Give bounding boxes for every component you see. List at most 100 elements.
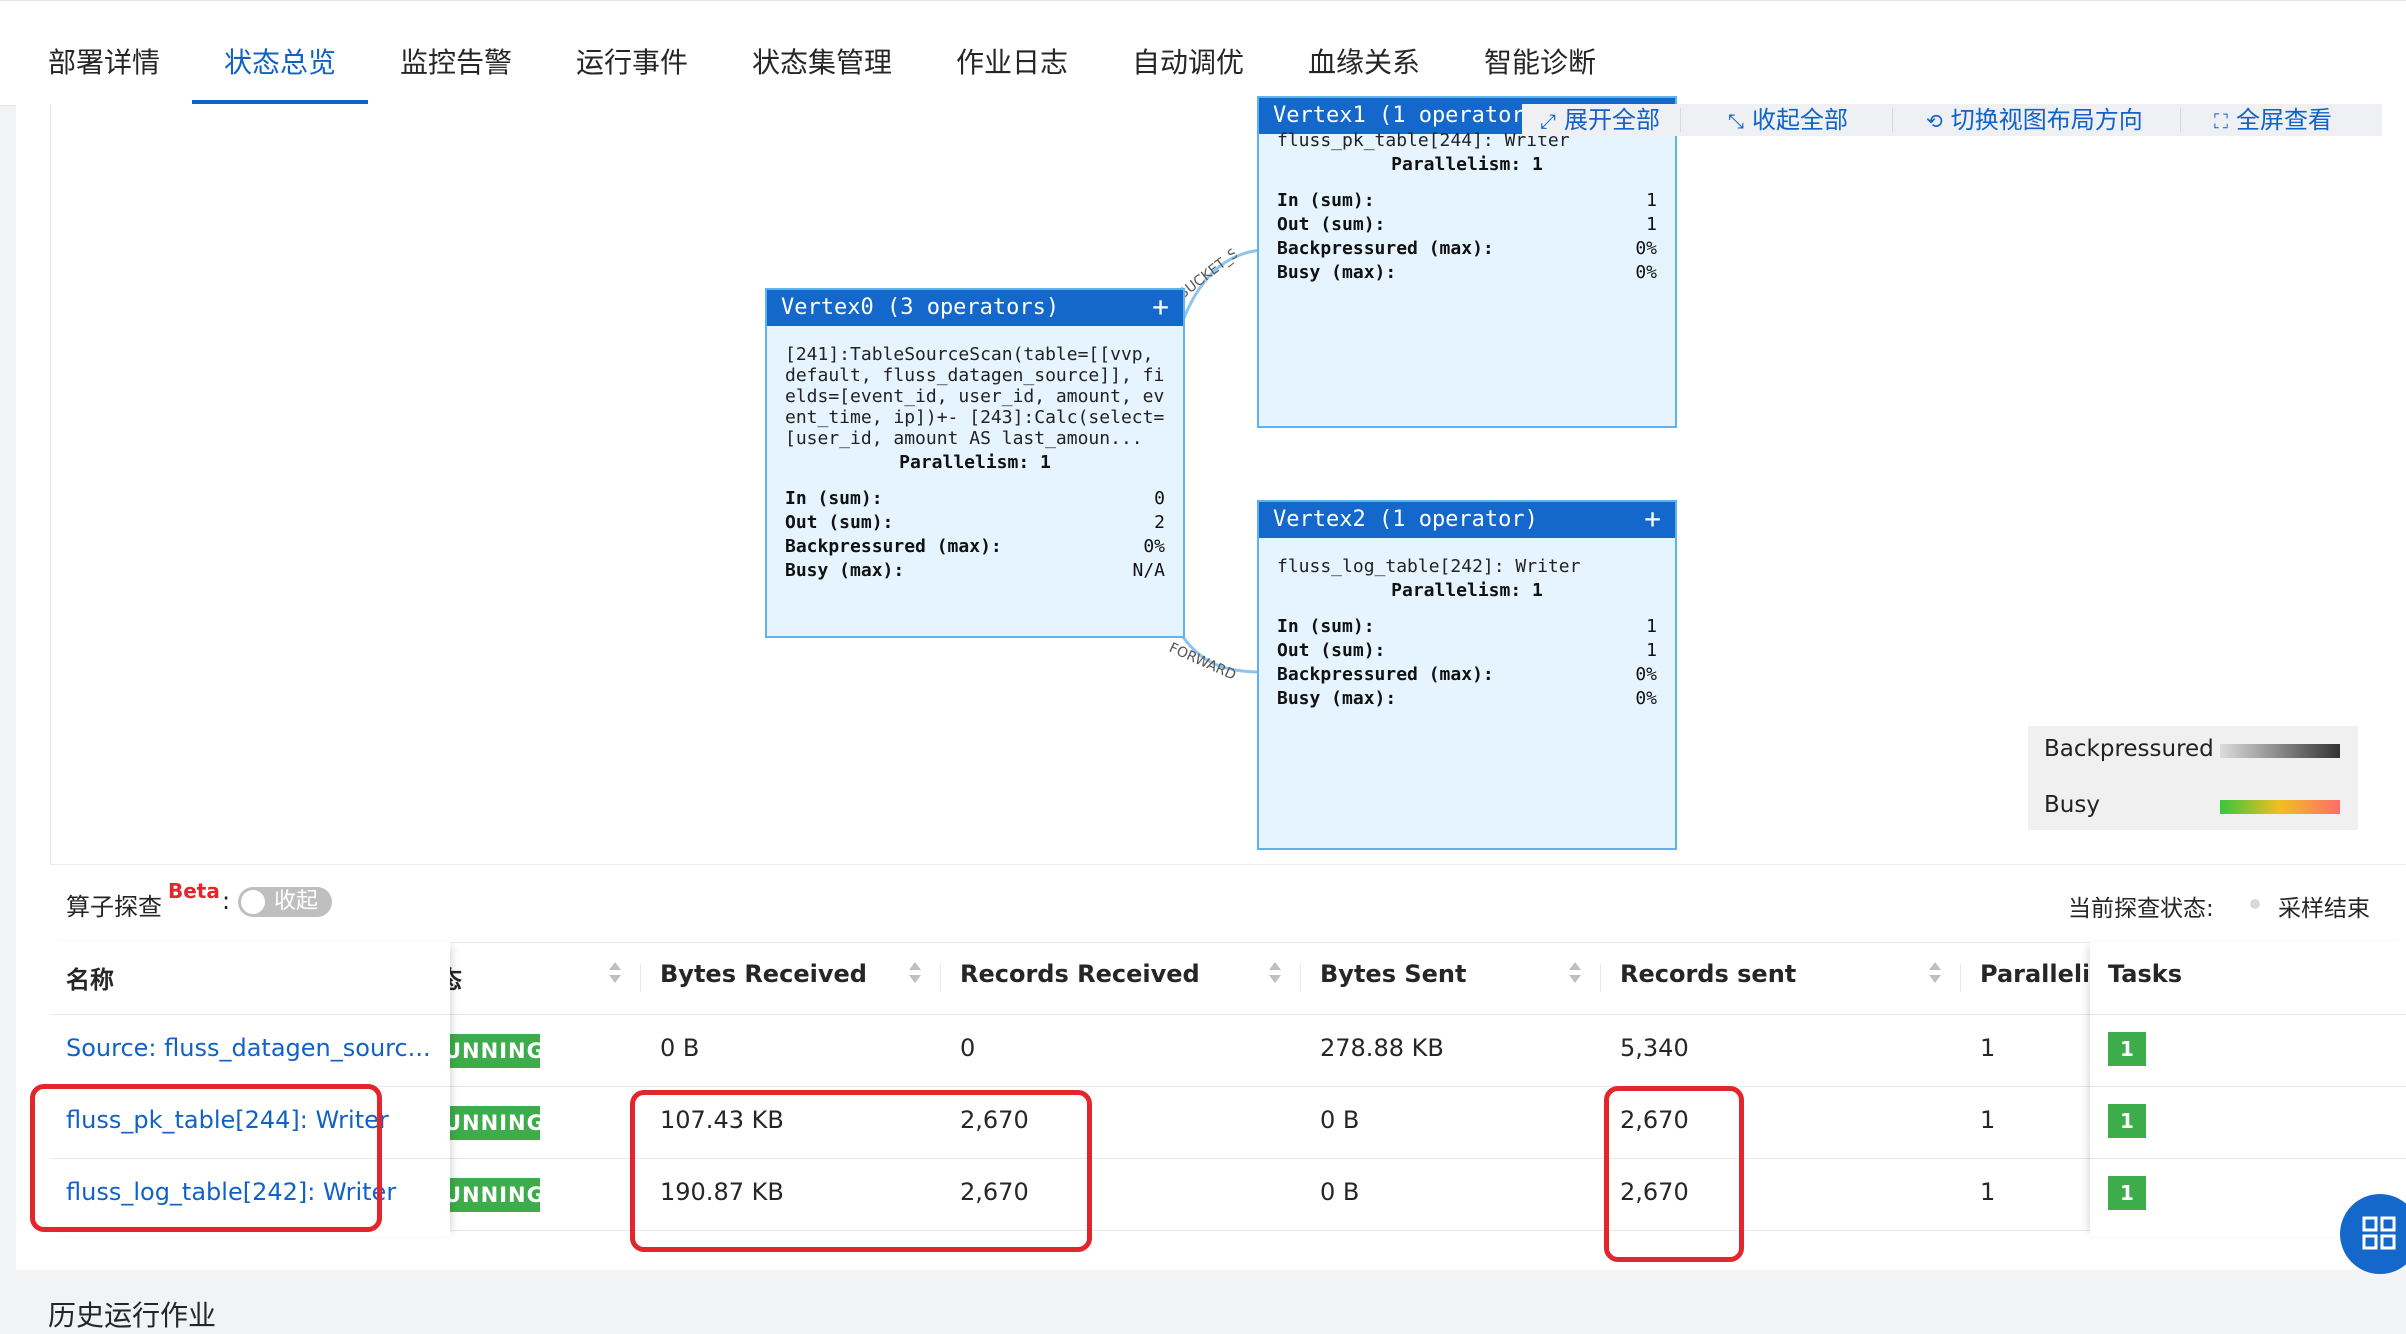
vertex0-parallelism: Parallelism: 1 bbox=[899, 452, 1051, 473]
metric-key: Backpressured (max): bbox=[785, 536, 1002, 557]
column-separator bbox=[640, 964, 641, 992]
row-divider bbox=[50, 1158, 450, 1159]
vertex0-header: Vertex0 (3 operators) bbox=[767, 290, 1183, 326]
vertex2-expand-icon[interactable]: + bbox=[1644, 502, 1661, 536]
vertex0-metric-row: Out (sum): 2 bbox=[785, 512, 1165, 536]
sort-status-icon[interactable] bbox=[608, 962, 622, 988]
metric-value: 0% bbox=[1635, 238, 1657, 259]
tab-run-events[interactable]: 运行事件 bbox=[576, 41, 688, 81]
fixed-right-columns: Tasks 1 1 1 bbox=[2090, 942, 2406, 1236]
beta-badge: Beta bbox=[168, 879, 220, 903]
vertex0-metric-row: Backpressured (max): 0% bbox=[785, 536, 1165, 560]
vertex1-parallelism: Parallelism: 1 bbox=[1391, 154, 1543, 175]
vertex1-title: Vertex1 (1 operator) bbox=[1273, 103, 1538, 128]
cell-records-received: 2,670 bbox=[960, 1106, 1029, 1134]
legend-busy-label: Busy bbox=[2044, 792, 2100, 818]
cell-parallelism: 1 bbox=[1980, 1034, 1996, 1062]
expand-icon: ⤢ bbox=[1540, 109, 1556, 133]
header-divider bbox=[50, 1014, 450, 1015]
column-separator bbox=[940, 964, 941, 992]
sort-bytes-received-icon[interactable] bbox=[908, 962, 922, 988]
metric-value: 0% bbox=[1635, 688, 1657, 709]
vertex0-metric-row: Busy (max): N/A bbox=[785, 560, 1165, 584]
vertex2-title: Vertex2 (1 operator) bbox=[1273, 507, 1538, 532]
column-separator bbox=[1300, 964, 1301, 992]
metric-value: 1 bbox=[1646, 214, 1657, 235]
cell-bytes-sent: 278.88 KB bbox=[1320, 1034, 1444, 1062]
probe-colon: : bbox=[222, 887, 231, 915]
vertex2-node[interactable]: Vertex2 (1 operator) + fluss_log_table[2… bbox=[1257, 500, 1677, 850]
vertex1-node[interactable]: Vertex1 (1 operator) fluss_pk_table[244]… bbox=[1257, 96, 1677, 428]
fixed-name-column: 名称 Source: fluss_datagen_sourc... fluss_… bbox=[50, 942, 450, 1236]
fullscreen-label: 全屏查看 bbox=[2236, 106, 2332, 134]
cell-records-sent: 2,670 bbox=[1620, 1106, 1689, 1134]
metric-key: Busy (max): bbox=[785, 560, 905, 581]
expand-all-label: 展开全部 bbox=[1564, 106, 1660, 134]
probe-toggle[interactable]: 收起 bbox=[238, 887, 332, 917]
operator-link-source[interactable]: Source: fluss_datagen_sourc... bbox=[66, 1034, 442, 1062]
tab-lineage[interactable]: 血缘关系 bbox=[1308, 41, 1420, 81]
tasks-badge[interactable]: 1 bbox=[2108, 1032, 2146, 1066]
col-header-name: 名称 bbox=[66, 966, 114, 994]
metric-value: 0% bbox=[1143, 536, 1165, 557]
collapse-all-button[interactable]: ⤡ 收起全部 bbox=[1728, 104, 1848, 136]
tab-status-overview[interactable]: 状态总览 bbox=[224, 41, 336, 81]
legend-backpressured-label: Backpressured bbox=[2044, 736, 2214, 762]
vertex2-parallelism: Parallelism: 1 bbox=[1391, 580, 1543, 601]
sort-bytes-sent-icon[interactable] bbox=[1568, 962, 1582, 988]
legend-busy-bar bbox=[2220, 800, 2340, 814]
cell-records-sent: 5,340 bbox=[1620, 1034, 1689, 1062]
tab-state-management[interactable]: 状态集管理 bbox=[752, 41, 892, 81]
fullscreen-icon: ⛶ bbox=[2214, 109, 2228, 133]
cell-bytes-received: 0 B bbox=[660, 1034, 700, 1062]
metric-key: Busy (max): bbox=[1277, 262, 1397, 283]
tab-smart-diagnosis[interactable]: 智能诊断 bbox=[1484, 41, 1596, 81]
metric-key: In (sum): bbox=[1277, 190, 1375, 211]
vertex0-expand-icon[interactable]: + bbox=[1152, 290, 1169, 324]
vertex2-metric-row: Busy (max): 0% bbox=[1277, 688, 1657, 712]
metric-value: 1 bbox=[1646, 616, 1657, 637]
status-running-badge: UNNING bbox=[444, 1178, 544, 1212]
vertex2-description: fluss_log_table[242]: Writer bbox=[1277, 556, 1581, 577]
expand-all-button[interactable]: ⤢ 展开全部 bbox=[1540, 104, 1660, 136]
metric-value: N/A bbox=[1132, 560, 1165, 581]
vertex2-metric-row: Out (sum): 1 bbox=[1277, 640, 1657, 664]
fullscreen-button[interactable]: ⛶ 全屏查看 bbox=[2214, 104, 2332, 136]
graph-legend: Backpressured Busy bbox=[2028, 726, 2358, 830]
toggle-knob bbox=[241, 890, 265, 914]
toolbar-divider bbox=[1680, 108, 1681, 132]
operator-probe-label: 算子探查 bbox=[66, 893, 162, 921]
tasks-badge[interactable]: 1 bbox=[2108, 1176, 2146, 1210]
toolbar-divider bbox=[1892, 108, 1893, 132]
vertex0-title: Vertex0 (3 operators) bbox=[781, 295, 1060, 320]
tab-job-logs[interactable]: 作业日志 bbox=[956, 41, 1068, 81]
tab-deployment-details[interactable]: 部署详情 bbox=[48, 41, 160, 81]
tab-auto-tuning[interactable]: 自动调优 bbox=[1132, 41, 1244, 81]
operator-link-log-table[interactable]: fluss_log_table[242]: Writer bbox=[66, 1178, 420, 1206]
cell-parallelism: 1 bbox=[1980, 1106, 1996, 1134]
status-running-badge: UNNING bbox=[444, 1106, 544, 1140]
metric-value: 0 bbox=[1154, 488, 1165, 509]
switch-layout-button[interactable]: ⟲ 切换视图布局方向 bbox=[1926, 104, 2143, 136]
vertex0-node[interactable]: Vertex0 (3 operators) + [241]:TableSourc… bbox=[765, 288, 1185, 638]
tab-monitoring-alerts[interactable]: 监控告警 bbox=[400, 41, 512, 81]
operator-link-pk-table[interactable]: fluss_pk_table[244]: Writer bbox=[66, 1106, 420, 1134]
cell-records-received: 0 bbox=[960, 1034, 976, 1062]
row-divider bbox=[2090, 1086, 2406, 1087]
vertex2-header: Vertex2 (1 operator) bbox=[1259, 502, 1675, 538]
vertex1-metric-row: Busy (max): 0% bbox=[1277, 262, 1657, 286]
metric-value: 1 bbox=[1646, 640, 1657, 661]
cell-parallelism: 1 bbox=[1980, 1178, 1996, 1206]
probe-status-value: 采样结束 bbox=[2278, 896, 2370, 922]
vertex1-metric-row: In (sum): 1 bbox=[1277, 190, 1657, 214]
tasks-badge[interactable]: 1 bbox=[2108, 1104, 2146, 1138]
metric-key: In (sum): bbox=[1277, 616, 1375, 637]
column-separator bbox=[1600, 964, 1601, 992]
vertex0-metric-row: In (sum): 0 bbox=[785, 488, 1165, 512]
collapse-icon: ⤡ bbox=[1728, 109, 1744, 133]
probe-status-label: 当前探查状态: bbox=[2068, 896, 2214, 922]
col-header-parallelism: Parallelism bbox=[1980, 960, 2088, 988]
sort-records-received-icon[interactable] bbox=[1268, 962, 1282, 988]
sort-records-sent-icon[interactable] bbox=[1928, 962, 1942, 988]
floating-menu-button[interactable] bbox=[2340, 1194, 2406, 1274]
